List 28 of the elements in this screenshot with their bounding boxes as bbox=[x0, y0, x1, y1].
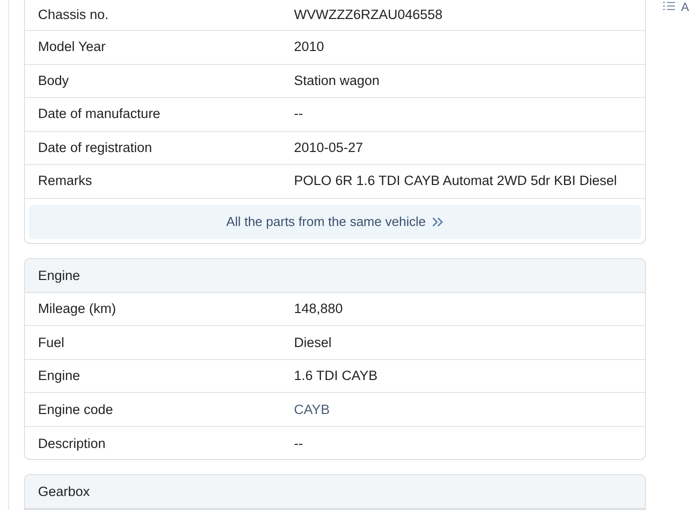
field-label: Date of registration bbox=[38, 138, 154, 157]
field-label: Remarks bbox=[38, 172, 94, 190]
field-value: -- bbox=[294, 105, 303, 124]
field-value-link[interactable]: CAYB bbox=[294, 400, 330, 420]
field-value: WVWZZZ6RZAU046558 bbox=[294, 6, 443, 24]
field-label: Body bbox=[38, 72, 70, 90]
field-label: Engine bbox=[38, 367, 82, 386]
field-value: 1.6 TDI CAYB bbox=[294, 367, 378, 386]
field-label: Chassis no. bbox=[38, 6, 110, 24]
section-title: Gearbox bbox=[38, 484, 90, 500]
field-value: Station wagon bbox=[294, 72, 380, 90]
field-label: Engine code bbox=[38, 400, 114, 419]
field-label: Mileage (km) bbox=[38, 300, 118, 318]
section-title: Engine bbox=[38, 268, 80, 283]
field-value: POLO 6R 1.6 TDI CAYB Automat 2WD 5dr KBI Diesel bbox=[294, 172, 617, 190]
field-value: 2010-05-27 bbox=[294, 138, 364, 157]
field-label: Model Year bbox=[38, 38, 107, 56]
contents-link[interactable]: A bbox=[680, 1, 689, 13]
field-value: 148,880 bbox=[294, 300, 343, 318]
double-chevron-icon bbox=[432, 216, 444, 226]
field-label: Description bbox=[38, 434, 107, 453]
field-value: -- bbox=[294, 434, 303, 453]
same-vehicle-parts-link[interactable]: All the parts from the same vehicle bbox=[29, 204, 641, 238]
field-label: Fuel bbox=[38, 334, 66, 352]
field-label: Date of manufacture bbox=[38, 105, 162, 124]
field-value: Diesel bbox=[294, 334, 332, 352]
field-value: 2010 bbox=[294, 38, 324, 56]
list-icon bbox=[662, 1, 675, 11]
